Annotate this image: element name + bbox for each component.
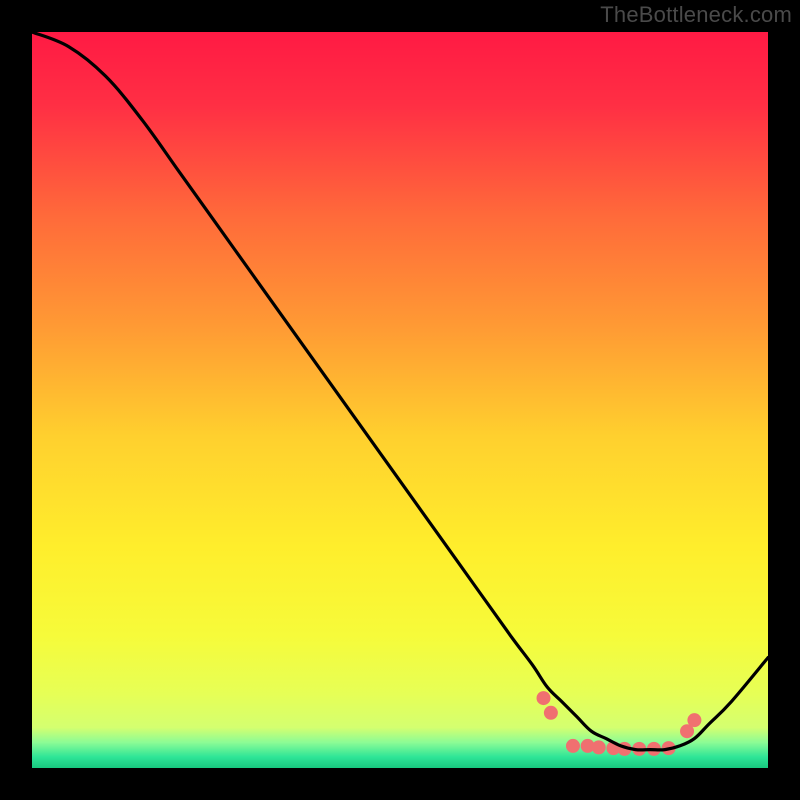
watermark-text: TheBottleneck.com — [600, 2, 792, 28]
chart-frame: TheBottleneck.com — [0, 0, 800, 800]
data-marker — [537, 691, 551, 705]
data-marker — [544, 706, 558, 720]
data-marker — [592, 740, 606, 754]
plot-area — [32, 32, 768, 768]
bottleneck-curve — [32, 32, 768, 750]
curve-layer — [32, 32, 768, 768]
data-marker — [687, 713, 701, 727]
data-marker — [566, 739, 580, 753]
